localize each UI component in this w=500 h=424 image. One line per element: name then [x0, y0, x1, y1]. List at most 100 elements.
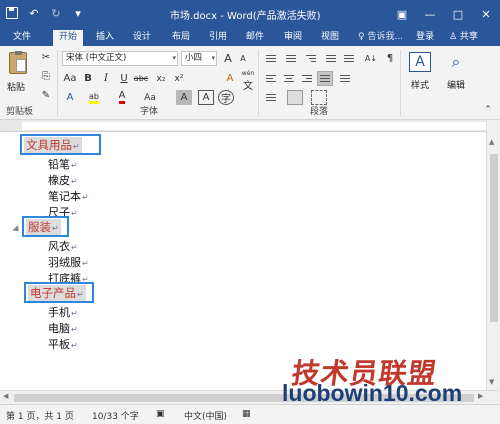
superscript-button[interactable]: x² — [171, 71, 187, 86]
sort-icon[interactable]: A↓ — [363, 51, 379, 66]
undo-icon[interactable]: ↶ — [26, 5, 42, 21]
paste-button[interactable]: 粘贴 — [6, 50, 32, 98]
heading-electronics[interactable]: 电子产品↵ — [28, 285, 86, 301]
font-name-select[interactable]: 宋体 (中文正文) ▾ — [62, 51, 178, 66]
styles-button[interactable]: A 样式 — [404, 50, 436, 98]
tab-design[interactable]: 设计 — [127, 30, 157, 46]
list-item[interactable]: 风衣↵ — [48, 238, 78, 254]
shading-icon[interactable] — [287, 90, 303, 105]
list-item-text: 风衣 — [48, 240, 70, 253]
list-item[interactable]: 铅笔↵ — [48, 156, 78, 172]
shrink-font-icon[interactable]: A — [235, 51, 251, 66]
increase-indent-icon[interactable] — [341, 51, 357, 66]
redo-icon[interactable]: ↻ — [48, 5, 64, 21]
italic-button[interactable]: I — [98, 71, 114, 86]
paragraph-mark: ↵ — [71, 341, 78, 350]
scroll-thumb[interactable] — [490, 154, 498, 322]
cut-icon[interactable]: ✂ — [38, 50, 54, 65]
list-item[interactable]: 羽绒服↵ — [48, 254, 89, 270]
scroll-up-icon[interactable]: ▲ — [489, 138, 494, 146]
font-size-select[interactable]: 小四 ▾ — [181, 51, 217, 66]
tab-layout[interactable]: 布局 — [166, 30, 196, 46]
collapse-heading-icon[interactable] — [12, 224, 22, 235]
tell-me-search[interactable]: ♀ 告诉我... — [358, 30, 403, 45]
word-count[interactable]: 10/33 个字 — [92, 409, 139, 422]
vertical-scrollbar[interactable]: ▲ ▼ — [486, 120, 500, 390]
font-group-label: 字体 — [140, 107, 159, 117]
scroll-down-icon[interactable]: ▼ — [489, 378, 494, 386]
decrease-indent-icon[interactable] — [323, 51, 339, 66]
save-icon[interactable] — [4, 5, 20, 21]
collapse-ribbon-icon[interactable]: ⌃ — [480, 102, 496, 117]
minimize-button[interactable]: — — [416, 0, 444, 28]
tab-mailings[interactable]: 邮件 — [240, 30, 270, 46]
customize-qat-icon[interactable]: ▾ — [70, 5, 86, 21]
heading-text: 服装 — [28, 220, 51, 234]
tab-home[interactable]: 开始 — [53, 30, 83, 46]
underline-button[interactable]: U — [116, 71, 132, 86]
list-item-text: 平板 — [48, 338, 70, 351]
ribbon-display-options-icon[interactable]: ▣ — [388, 0, 416, 28]
editing-button[interactable]: ⌕ 编辑 — [440, 50, 472, 98]
tab-review[interactable]: 审阅 — [278, 30, 308, 46]
bold-button[interactable]: B — [80, 71, 96, 86]
change-case-button[interactable]: Aa — [142, 90, 158, 105]
list-item[interactable]: 手机↵ — [48, 304, 78, 320]
status-bar: 第 1 页，共 1 页 10/33 个字 ▣ 中文(中国) ▦ — [0, 404, 500, 424]
list-item[interactable]: 笔记本↵ — [48, 188, 89, 204]
tab-references[interactable]: 引用 — [203, 30, 233, 46]
align-center-icon[interactable] — [281, 71, 297, 86]
show-marks-icon[interactable]: ¶ — [382, 51, 398, 66]
copy-icon[interactable]: ⎘ — [38, 69, 54, 84]
numbering-icon[interactable] — [283, 51, 299, 66]
font-name-value: 宋体 (中文正文) — [66, 53, 127, 63]
format-painter-icon[interactable]: ✎ — [38, 88, 54, 103]
phonetic-guide-icon[interactable]: wén 文 — [240, 70, 256, 92]
grow-font-icon[interactable]: A — [220, 51, 236, 66]
scroll-left-icon[interactable]: ◀ — [3, 392, 8, 400]
line-spacing-icon[interactable] — [263, 90, 279, 105]
highlight-color-icon[interactable]: ab — [86, 90, 102, 105]
close-button[interactable]: ✕ — [472, 0, 500, 28]
phonetic-guide-pinyin: wén — [241, 70, 255, 77]
paragraph-mark: ↵ — [73, 142, 80, 151]
language-indicator[interactable]: 中文(中国) — [184, 409, 227, 422]
tab-insert[interactable]: 插入 — [90, 30, 120, 46]
align-right-icon[interactable] — [299, 71, 315, 86]
ribbon-separator — [57, 50, 58, 116]
distributed-icon[interactable] — [337, 71, 353, 86]
list-item[interactable]: 电脑↵ — [48, 320, 78, 336]
bullets-icon[interactable] — [263, 51, 279, 66]
subscript-button[interactable]: x₂ — [153, 71, 169, 86]
styles-icon: A — [409, 52, 431, 72]
heading-text: 文具用品 — [26, 138, 72, 152]
proofing-icon[interactable]: ▣ — [156, 409, 165, 419]
text-effects-icon[interactable]: A — [62, 90, 78, 105]
font-color-icon[interactable]: A — [114, 90, 130, 105]
horizontal-ruler[interactable] — [0, 120, 500, 132]
page-count[interactable]: 第 1 页，共 1 页 — [6, 409, 74, 422]
maximize-button[interactable]: □ — [444, 0, 472, 28]
heading-clothing[interactable]: 服装↵ — [26, 219, 61, 235]
heading-stationery[interactable]: 文具用品↵ — [24, 137, 82, 153]
list-item[interactable]: 橡皮↵ — [48, 172, 78, 188]
multilevel-list-icon[interactable] — [303, 51, 319, 66]
title-bar: ↶ ↻ ▾ 市场.docx - Word(产品激活失败) ▣ — □ ✕ — [0, 0, 500, 28]
share-button[interactable]: ♙ 共享 — [449, 30, 478, 45]
macro-record-icon[interactable]: ▦ — [242, 409, 251, 419]
strikethrough-button[interactable]: abc — [133, 71, 149, 86]
tab-file[interactable]: 文件 — [6, 30, 38, 46]
chevron-down-icon: ▾ — [211, 54, 215, 62]
ribbon-home: 粘贴 ✂ ⎘ ✎ 剪贴板 宋体 (中文正文) ▾ 小四 ▾ A A Aa A wén… — [0, 46, 500, 120]
sign-in-link[interactable]: 登录 — [416, 30, 434, 45]
tab-view[interactable]: 视图 — [315, 30, 345, 46]
clear-formatting-icon[interactable]: A — [222, 71, 238, 86]
align-left-icon[interactable] — [263, 71, 279, 86]
scroll-right-icon[interactable]: ▶ — [478, 392, 483, 400]
borders-icon[interactable] — [311, 90, 327, 105]
enclose-characters-icon[interactable]: 字 — [218, 90, 234, 105]
character-border-icon[interactable]: A — [198, 90, 214, 105]
justify-icon[interactable] — [317, 71, 333, 86]
list-item[interactable]: 平板↵ — [48, 336, 78, 352]
character-shading-icon[interactable]: A — [176, 90, 192, 105]
